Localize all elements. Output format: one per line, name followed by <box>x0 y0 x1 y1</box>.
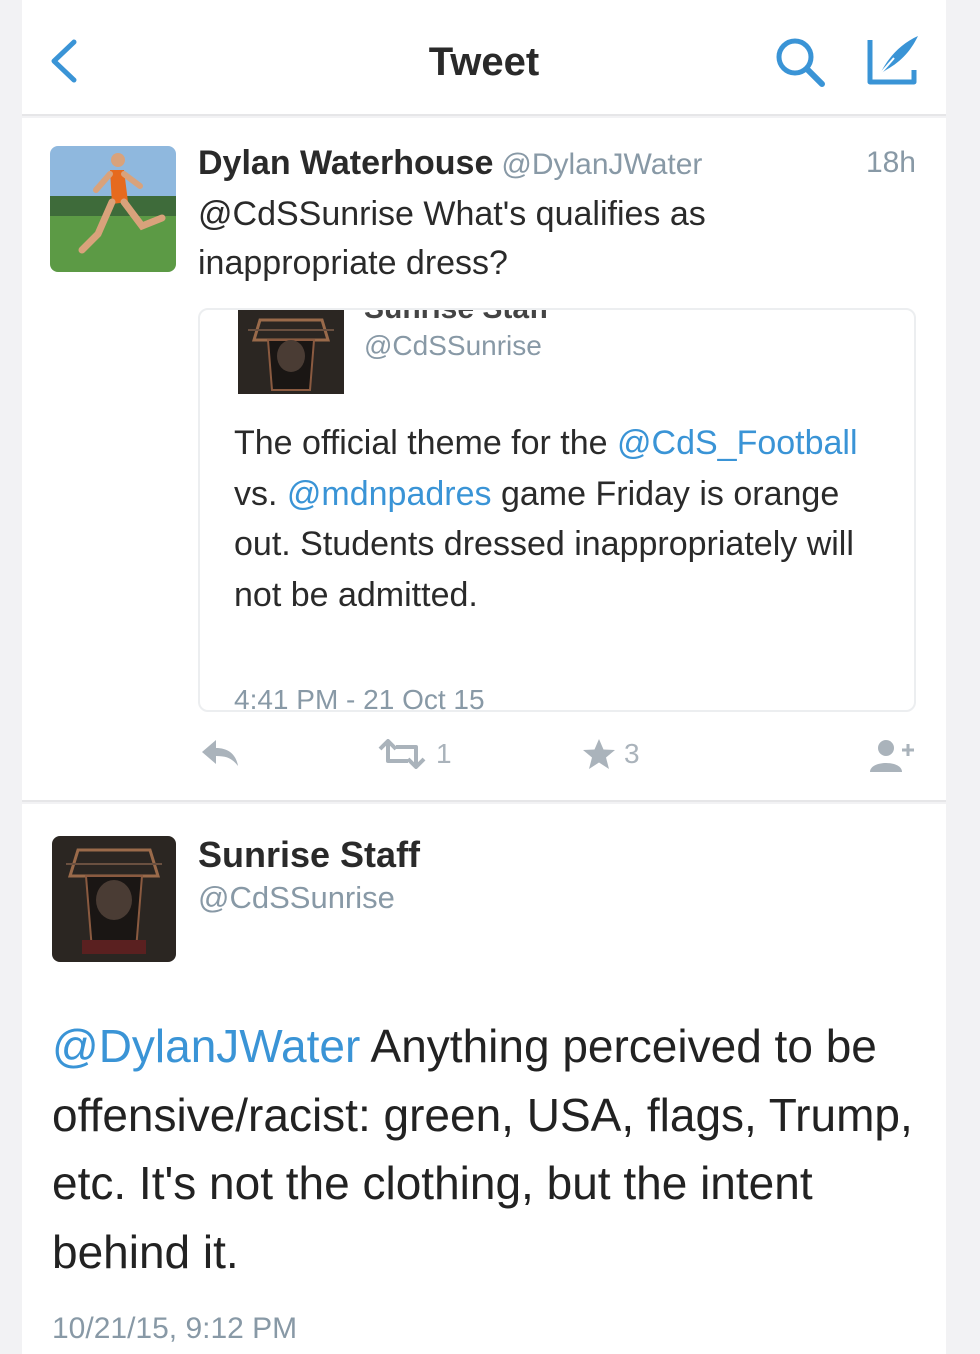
quoted-author-name: Sunrise Staff <box>364 308 550 325</box>
quoted-timestamp: 4:41 PM - 21 Oct 15 <box>234 684 485 712</box>
quoted-tweet[interactable]: Sunrise Staff @CdSSunrise The official t… <box>198 308 916 712</box>
follow-button[interactable] <box>868 738 916 774</box>
mention-link[interactable]: @mdnpadres <box>287 475 492 513</box>
reply-tweet[interactable]: Dylan Waterhouse @DylanJWater 18h @CdSSun… <box>22 118 946 802</box>
star-icon <box>583 739 615 769</box>
tweet-text: @DylanJWater Anything perceived to be of… <box>52 1012 932 1286</box>
mention-link[interactable]: @CdS_Football <box>617 424 858 462</box>
main-tweet[interactable]: Sunrise Staff @CdSSunrise @DylanJWater A… <box>22 804 946 1354</box>
quoted-text-part: The official theme for the <box>234 424 618 462</box>
tweet-actions: 1 3 <box>22 738 946 782</box>
nav-bar: Tweet <box>22 0 946 116</box>
quoted-avatar <box>238 310 344 394</box>
author-handle[interactable]: @CdSSunrise <box>198 880 395 916</box>
reply-button[interactable] <box>200 738 240 768</box>
author-line: Dylan Waterhouse @DylanJWater <box>198 144 702 183</box>
retweet-button[interactable]: 1 <box>376 738 452 770</box>
compose-icon[interactable] <box>864 30 922 88</box>
favorite-count: 3 <box>624 738 640 769</box>
tweet-text: @CdSSunrise What's qualifies as inapprop… <box>198 195 706 282</box>
search-icon[interactable] <box>774 36 826 88</box>
quoted-text: The official theme for the @CdS_Football… <box>234 418 874 620</box>
add-user-icon <box>870 740 914 772</box>
quoted-author-handle: @CdSSunrise <box>364 330 542 361</box>
avatar[interactable] <box>52 836 176 962</box>
avatar[interactable] <box>50 146 176 272</box>
author-name[interactable]: Dylan Waterhouse <box>198 144 493 182</box>
favorite-button[interactable]: 3 <box>582 738 640 770</box>
mention-link[interactable]: @DylanJWater <box>52 1020 360 1072</box>
retweet-count: 1 <box>436 738 452 769</box>
quoted-text-part: vs. <box>234 474 287 513</box>
author-handle[interactable]: @DylanJWater <box>501 148 702 181</box>
retweet-icon <box>378 739 426 769</box>
tweet-timestamp: 10/21/15, 9:12 PM <box>52 1312 298 1345</box>
author-name[interactable]: Sunrise Staff <box>198 834 420 876</box>
tweet-time: 18h <box>865 146 916 179</box>
reply-icon <box>202 740 238 766</box>
